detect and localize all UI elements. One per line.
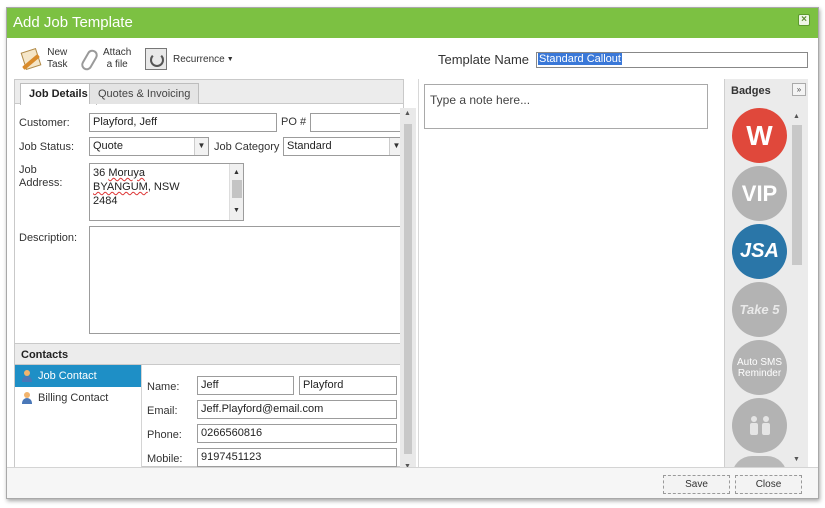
attach-label-2: a file	[106, 59, 128, 70]
badge-w[interactable]: W	[732, 108, 787, 163]
contact-item-job[interactable]: Job Contact	[15, 365, 141, 387]
template-name-value: Standard Callout	[538, 53, 622, 65]
customer-label: Customer:	[19, 117, 70, 129]
person-icon	[21, 392, 33, 404]
person-figure-icon	[761, 415, 770, 436]
description-label: Description:	[19, 232, 78, 244]
po-label: PO #	[281, 116, 307, 128]
chevron-down-icon: ▼	[194, 138, 208, 155]
close-button[interactable]: Close	[735, 475, 802, 494]
expand-icon[interactable]: »	[792, 83, 806, 96]
tab-quotes-invoicing[interactable]: Quotes & Invoicing	[89, 83, 200, 104]
address-postcode: 2484	[93, 195, 118, 207]
dialog-title: Add Job Template	[13, 14, 133, 31]
attach-file-button[interactable]: Attach a file	[79, 46, 131, 72]
tab-job-details[interactable]: Job Details	[20, 83, 97, 105]
address-number: 36	[93, 167, 106, 179]
address-street: Moruya	[108, 167, 145, 179]
address-suburb: BYANGUM	[93, 181, 148, 193]
recurrence-label: Recurrence	[173, 53, 225, 65]
po-input[interactable]	[310, 113, 404, 132]
phone-label: Phone:	[147, 429, 182, 441]
tab-bar: Job Details Quotes & Invoicing	[15, 80, 403, 105]
add-job-template-dialog: Add Job Template × New Task Attach a file …	[6, 7, 819, 499]
contacts-list: Job Contact Billing Contact	[15, 365, 142, 468]
title-bar: Add Job Template ×	[7, 8, 818, 38]
mobile-input[interactable]: 9197451123	[197, 448, 397, 467]
new-task-button[interactable]: New Task	[19, 46, 68, 72]
person-figure-icon	[749, 415, 758, 436]
badge-auto-sms-reminder[interactable]: Auto SMS Reminder	[732, 340, 787, 395]
caret-down-icon: ▼	[226, 55, 234, 63]
job-address-label: Job Address:	[19, 164, 63, 189]
dialog-footer: Save Close	[7, 467, 818, 498]
job-address-textarea[interactable]: 36 Moruya BYANGUM, NSW 2484 ▲ ▼	[89, 163, 244, 221]
job-category-select[interactable]: Standard ▼	[283, 137, 404, 156]
template-name-label: Template Name	[438, 52, 530, 67]
badge-jsa[interactable]: JSA	[732, 224, 787, 279]
name-label: Name:	[147, 381, 180, 393]
last-name-input[interactable]: Playford	[299, 376, 397, 395]
person-icon	[21, 370, 33, 382]
email-label: Email:	[147, 405, 178, 417]
close-icon[interactable]: ×	[798, 14, 810, 26]
new-task-label-2: Task	[47, 59, 68, 70]
note-input[interactable]: Type a note here...	[424, 84, 708, 129]
contact-item-billing[interactable]: Billing Contact	[15, 387, 141, 409]
recurrence-button[interactable]: Recurrence ▼	[145, 46, 234, 72]
job-status-value: Quote	[93, 140, 123, 152]
contacts-header: Contacts	[15, 343, 403, 365]
badge-take-5[interactable]: Take 5	[732, 282, 787, 337]
save-button[interactable]: Save	[663, 475, 730, 494]
first-name-input[interactable]: Jeff	[197, 376, 294, 395]
job-status-label: Job Status:	[19, 141, 75, 153]
description-textarea[interactable]	[89, 226, 404, 334]
attach-label-1: Attach	[103, 47, 132, 58]
badges-scrollbar[interactable]: ▲ ▼	[789, 111, 805, 465]
badges-panel: Badges » W VIP JSA Take 5 Auto SMS Remind…	[724, 79, 808, 476]
badge-vip[interactable]: VIP	[732, 166, 787, 221]
job-status-select[interactable]: Quote ▼	[89, 137, 209, 156]
address-scrollbar[interactable]: ▲ ▼	[229, 164, 243, 220]
job-category-value: Standard	[287, 140, 332, 152]
job-details-panel: Job Details Quotes & Invoicing Customer:…	[14, 79, 404, 468]
template-name-input[interactable]: Standard Callout	[536, 52, 808, 68]
phone-input[interactable]: 0266560816	[197, 424, 397, 443]
details-scrollbar[interactable]: ▲▼	[400, 108, 416, 472]
badge-people[interactable]	[732, 398, 787, 453]
new-task-icon	[19, 47, 43, 71]
panel-divider	[418, 79, 419, 467]
badges-header: Badges	[731, 85, 771, 97]
recurrence-icon	[145, 48, 167, 70]
customer-input[interactable]: Playford, Jeff	[89, 113, 277, 132]
job-category-label: Job Category	[214, 141, 280, 153]
job-details-form: Customer: Playford, Jeff PO # Job Status…	[15, 105, 404, 343]
new-task-label-1: New	[47, 47, 68, 58]
email-input[interactable]: Jeff.Playford@email.com	[197, 400, 397, 419]
mobile-label: Mobile:	[147, 453, 183, 465]
paperclip-icon	[79, 48, 97, 70]
address-state: , NSW	[147, 181, 180, 193]
